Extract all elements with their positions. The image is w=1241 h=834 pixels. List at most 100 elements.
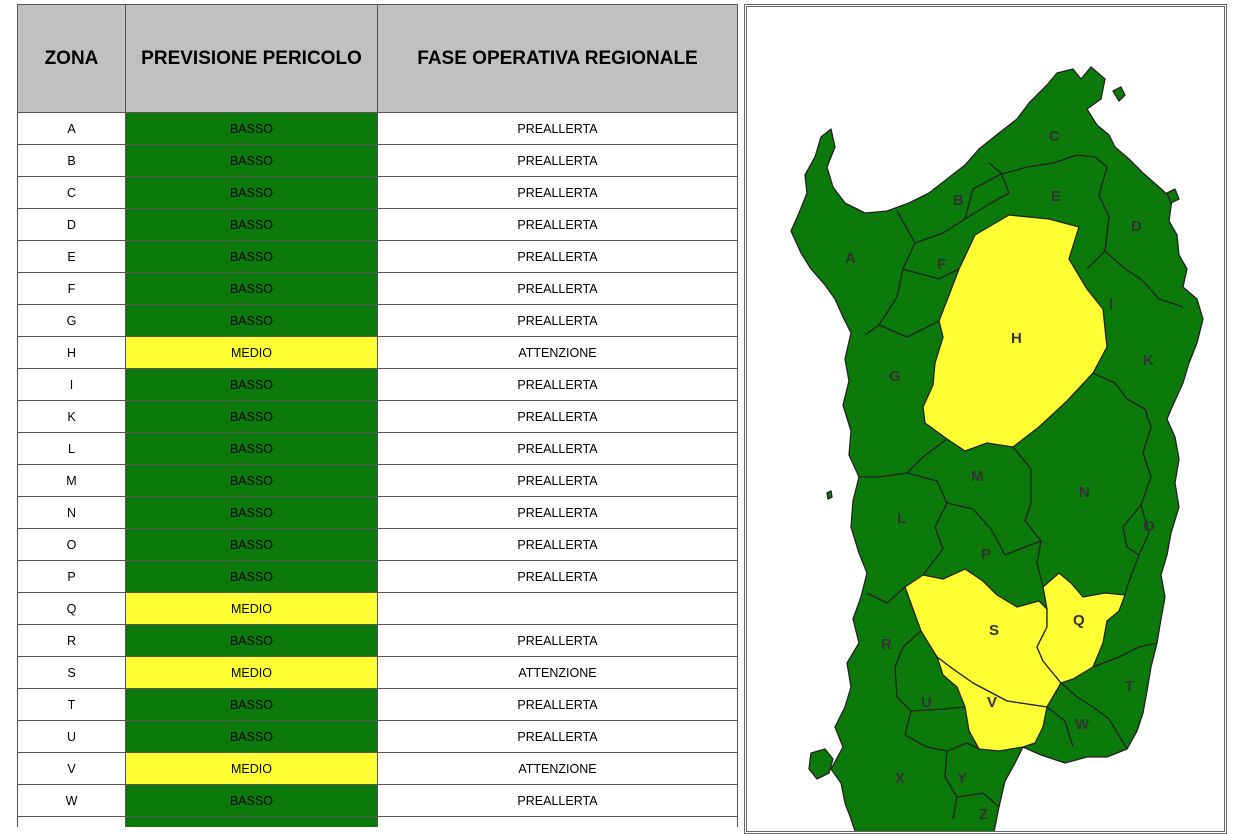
fase-cell: ATTENZIONE: [377, 752, 738, 785]
previsione-cell: BASSO: [125, 496, 378, 529]
zona-cell: H: [17, 336, 126, 369]
fase-cell: PREALLERTA: [377, 112, 738, 145]
table-row: W BASSO PREALLERTA: [17, 784, 738, 817]
previsione-cell: MEDIO: [125, 656, 378, 689]
table-row: R BASSO PREALLERTA: [17, 624, 738, 657]
previsione-cell: BASSO: [125, 208, 378, 241]
previsione-cell: BASSO: [125, 784, 378, 817]
zona-cell: V: [17, 752, 126, 785]
zona-cell: P: [17, 560, 126, 593]
zona-cell: M: [17, 464, 126, 497]
zone-label-y: Y: [957, 770, 967, 787]
previsione-cell: BASSO: [125, 176, 378, 209]
zone-label-s: S: [989, 622, 999, 639]
zone-label-b: B: [953, 192, 964, 209]
zone-label-w: W: [1075, 716, 1090, 733]
table-row: A BASSO PREALLERTA: [17, 112, 738, 145]
table-row: V MEDIO ATTENZIONE: [17, 752, 738, 785]
fase-cell: PREALLERTA: [377, 400, 738, 433]
zone-label-e: E: [1051, 188, 1061, 205]
fase-cell: PREALLERTA: [377, 272, 738, 305]
fase-cell: PREALLERTA: [377, 368, 738, 401]
zone-label-i: I: [1109, 296, 1113, 313]
zona-cell: W: [17, 784, 126, 817]
table-header-row: ZONA PREVISIONE PERICOLO FASE OPERATIVA …: [17, 4, 738, 113]
alert-table-container: ZONA PREVISIONE PERICOLO FASE OPERATIVA …: [13, 0, 741, 827]
fase-cell: PREALLERTA: [377, 464, 738, 497]
islet-sw: [808, 748, 834, 780]
table-row: B BASSO PREALLERTA: [17, 144, 738, 177]
previsione-cell: BASSO: [125, 240, 378, 273]
fase-cell: PREALLERTA: [377, 144, 738, 177]
table-row: H MEDIO ATTENZIONE: [17, 336, 738, 369]
previsione-cell: BASSO: [125, 688, 378, 721]
table-row: C BASSO PREALLERTA: [17, 176, 738, 209]
sardinia-map-panel: A B C D E F G H I K L M N O P Q R S T U …: [744, 4, 1227, 834]
previsione-cell: BASSO: [125, 464, 378, 497]
zone-label-d: D: [1131, 218, 1142, 235]
previsione-cell: BASSO: [125, 560, 378, 593]
fase-cell: PREALLERTA: [377, 240, 738, 273]
zona-cell: B: [17, 144, 126, 177]
zone-label-h: H: [1011, 330, 1022, 347]
zone-label-v: V: [987, 694, 997, 711]
zone-label-g: G: [889, 368, 901, 385]
zona-cell: K: [17, 400, 126, 433]
zone-label-u: U: [921, 694, 932, 711]
table-row: L BASSO PREALLERTA: [17, 432, 738, 465]
zona-cell: T: [17, 688, 126, 721]
fase-cell: PREALLERTA: [377, 432, 738, 465]
previsione-cell: MEDIO: [125, 592, 378, 625]
zone-label-p: P: [981, 546, 991, 563]
zone-label-x: X: [895, 770, 905, 787]
islet-w: [826, 490, 833, 500]
alert-table: ZONA PREVISIONE PERICOLO FASE OPERATIVA …: [17, 4, 738, 827]
table-row: G BASSO PREALLERTA: [17, 304, 738, 337]
header-zona: ZONA: [17, 4, 126, 113]
zona-cell: I: [17, 368, 126, 401]
fase-cell: PREALLERTA: [377, 720, 738, 753]
zona-cell: F: [17, 272, 126, 305]
table-row: S MEDIO ATTENZIONE: [17, 656, 738, 689]
zone-label-a: A: [845, 250, 856, 267]
table-row: E BASSO PREALLERTA: [17, 240, 738, 273]
zona-cell: N: [17, 496, 126, 529]
previsione-cell: [125, 816, 378, 827]
zona-cell: [17, 816, 126, 827]
previsione-cell: BASSO: [125, 144, 378, 177]
fase-cell: PREALLERTA: [377, 528, 738, 561]
fase-cell: PREALLERTA: [377, 496, 738, 529]
fase-cell: ATTENZIONE: [377, 656, 738, 689]
fase-cell: PREALLERTA: [377, 304, 738, 337]
zone-label-f: F: [937, 256, 946, 273]
zona-cell: G: [17, 304, 126, 337]
table-row: U BASSO PREALLERTA: [17, 720, 738, 753]
table-row: O BASSO PREALLERTA: [17, 528, 738, 561]
zona-cell: L: [17, 432, 126, 465]
zone-label-q: Q: [1073, 612, 1085, 629]
fase-cell: PREALLERTA: [377, 784, 738, 817]
table-row: [17, 816, 738, 827]
zona-cell: R: [17, 624, 126, 657]
previsione-cell: BASSO: [125, 720, 378, 753]
table-body: A BASSO PREALLERTA B BASSO PREALLERTA C BASSO PR…: [17, 112, 738, 827]
header-previsione-pericolo: PREVISIONE PERICOLO: [125, 4, 378, 113]
zone-label-m: M: [971, 468, 984, 485]
fase-cell: PREALLERTA: [377, 560, 738, 593]
previsione-cell: BASSO: [125, 304, 378, 337]
fase-cell: PREALLERTA: [377, 688, 738, 721]
previsione-cell: BASSO: [125, 368, 378, 401]
table-row: T BASSO PREALLERTA: [17, 688, 738, 721]
zona-cell: D: [17, 208, 126, 241]
zone-label-k: K: [1143, 352, 1154, 369]
table-row: P BASSO PREALLERTA: [17, 560, 738, 593]
zone-label-r: R: [881, 636, 892, 653]
zone-label-o: O: [1143, 518, 1155, 535]
previsione-cell: BASSO: [125, 272, 378, 305]
fase-cell: PREALLERTA: [377, 176, 738, 209]
header-fase-operativa: FASE OPERATIVA REGIONALE: [377, 4, 738, 113]
fase-cell: [377, 592, 738, 625]
table-row: K BASSO PREALLERTA: [17, 400, 738, 433]
fase-cell: ATTENZIONE: [377, 336, 738, 369]
previsione-cell: BASSO: [125, 400, 378, 433]
